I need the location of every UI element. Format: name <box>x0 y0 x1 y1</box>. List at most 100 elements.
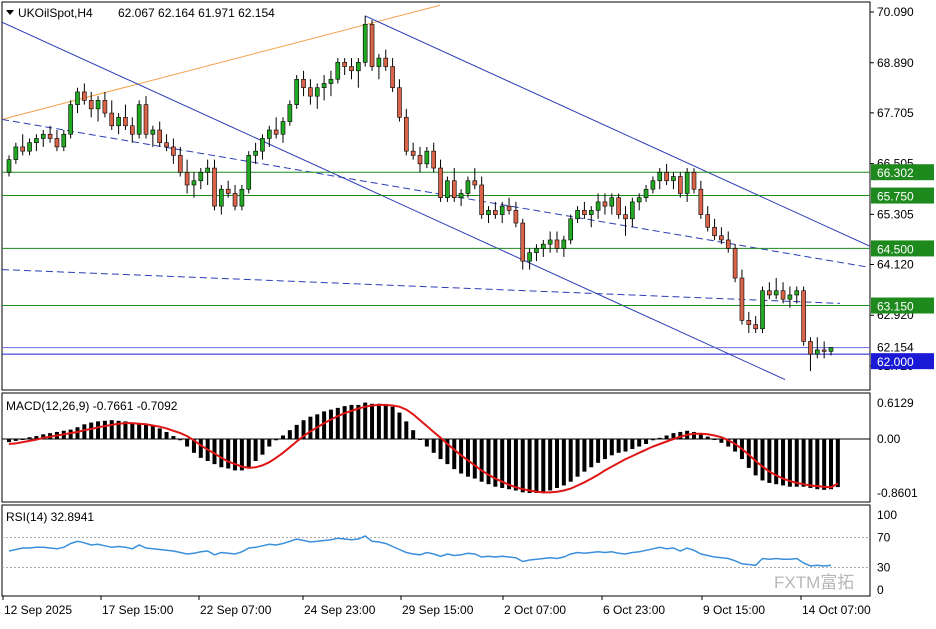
candle[interactable] <box>102 100 108 114</box>
macd-bar[interactable] <box>767 439 772 483</box>
candle[interactable] <box>88 100 94 110</box>
candle[interactable] <box>280 121 286 135</box>
macd-bar[interactable] <box>27 437 32 439</box>
macd-bar[interactable] <box>89 422 94 439</box>
macd-bar[interactable] <box>541 439 546 493</box>
macd-bar[interactable] <box>452 439 457 470</box>
candle[interactable] <box>540 243 546 249</box>
candle[interactable] <box>95 100 101 110</box>
candle[interactable] <box>335 62 341 80</box>
macd-bar[interactable] <box>164 431 169 439</box>
macd-bar[interactable] <box>157 428 162 439</box>
candle[interactable] <box>547 239 553 245</box>
candle[interactable] <box>287 104 293 122</box>
candle[interactable] <box>61 133 67 148</box>
candle[interactable] <box>698 188 704 215</box>
candle[interactable] <box>568 218 574 241</box>
candle[interactable] <box>623 214 628 220</box>
candle[interactable] <box>445 180 450 198</box>
macd-bar[interactable] <box>575 439 580 477</box>
candle[interactable] <box>253 150 258 156</box>
candle[interactable] <box>27 142 32 152</box>
candle[interactable] <box>34 138 39 143</box>
candle[interactable] <box>506 205 512 211</box>
macd-bar[interactable] <box>438 439 443 460</box>
candle[interactable] <box>595 201 601 211</box>
macd-bar[interactable] <box>534 439 539 493</box>
macd-bar[interactable] <box>267 439 272 447</box>
candle[interactable] <box>390 66 395 89</box>
candle[interactable] <box>472 180 478 186</box>
candle[interactable] <box>143 104 149 135</box>
macd-bar[interactable] <box>568 439 573 482</box>
candle[interactable] <box>575 210 580 220</box>
candle[interactable] <box>732 248 738 279</box>
macd-bar[interactable] <box>260 439 265 455</box>
candle[interactable] <box>746 320 752 325</box>
macd-bar[interactable] <box>424 439 429 447</box>
macd-bar[interactable] <box>644 439 649 445</box>
macd-bar[interactable] <box>185 439 190 447</box>
candle[interactable] <box>116 117 121 127</box>
chart-canvas[interactable]: 70.09068.89067.70566.50565.30564.12062.9… <box>0 0 936 624</box>
candle[interactable] <box>342 62 347 67</box>
candle[interactable] <box>328 78 334 84</box>
candle[interactable] <box>671 176 676 182</box>
macd-bar[interactable] <box>465 439 470 477</box>
candle[interactable] <box>616 197 621 215</box>
candle[interactable] <box>719 235 724 241</box>
macd-bar[interactable] <box>760 439 765 481</box>
candle[interactable] <box>527 252 532 262</box>
macd-bar[interactable] <box>596 439 601 463</box>
macd-bar[interactable] <box>808 439 813 488</box>
candle[interactable] <box>691 171 697 190</box>
candle[interactable] <box>184 171 190 186</box>
macd-bar[interactable] <box>527 439 532 493</box>
candle[interactable] <box>171 146 176 156</box>
macd-bar[interactable] <box>233 439 238 471</box>
candle[interactable] <box>808 341 813 355</box>
candle[interactable] <box>520 222 526 262</box>
candle[interactable] <box>123 117 128 127</box>
macd-bar[interactable] <box>418 439 422 440</box>
macd-bar[interactable] <box>794 439 799 487</box>
macd-bar[interactable] <box>623 439 628 452</box>
macd-bar[interactable] <box>335 407 340 439</box>
rsi-pane[interactable] <box>1 504 871 597</box>
macd-bar[interactable] <box>144 424 148 439</box>
candle[interactable] <box>465 180 471 194</box>
candle[interactable] <box>157 129 162 143</box>
candle[interactable] <box>205 167 210 173</box>
macd-bar[interactable] <box>561 439 566 486</box>
candle[interactable] <box>787 294 793 300</box>
macd-bar[interactable] <box>507 439 512 490</box>
macd-bar[interactable] <box>370 403 375 439</box>
macd-bar[interactable] <box>13 439 18 441</box>
candle[interactable] <box>82 91 87 101</box>
candle[interactable] <box>814 349 820 355</box>
candle[interactable] <box>561 239 567 249</box>
candle[interactable] <box>40 133 46 139</box>
macd-bar[interactable] <box>150 426 155 439</box>
macd-bar[interactable] <box>822 439 827 490</box>
macd-bar[interactable] <box>226 439 231 469</box>
candle[interactable] <box>534 248 539 253</box>
candle[interactable] <box>383 57 389 67</box>
candle[interactable] <box>417 155 423 165</box>
macd-bar[interactable] <box>582 439 587 472</box>
macd-bar[interactable] <box>404 421 409 439</box>
candle[interactable] <box>705 214 711 228</box>
macd-bar[interactable] <box>616 439 621 453</box>
macd-bar[interactable] <box>274 439 279 441</box>
candle[interactable] <box>191 180 197 186</box>
macd-bar[interactable] <box>548 439 553 491</box>
candle[interactable] <box>239 188 245 207</box>
candle[interactable] <box>13 146 19 160</box>
candle[interactable] <box>273 129 279 135</box>
candle[interactable] <box>650 180 656 190</box>
candle[interactable] <box>403 117 409 152</box>
macd-bar[interactable] <box>479 439 484 482</box>
candle[interactable] <box>636 197 642 203</box>
candle[interactable] <box>451 180 457 198</box>
candle[interactable] <box>6 159 12 173</box>
